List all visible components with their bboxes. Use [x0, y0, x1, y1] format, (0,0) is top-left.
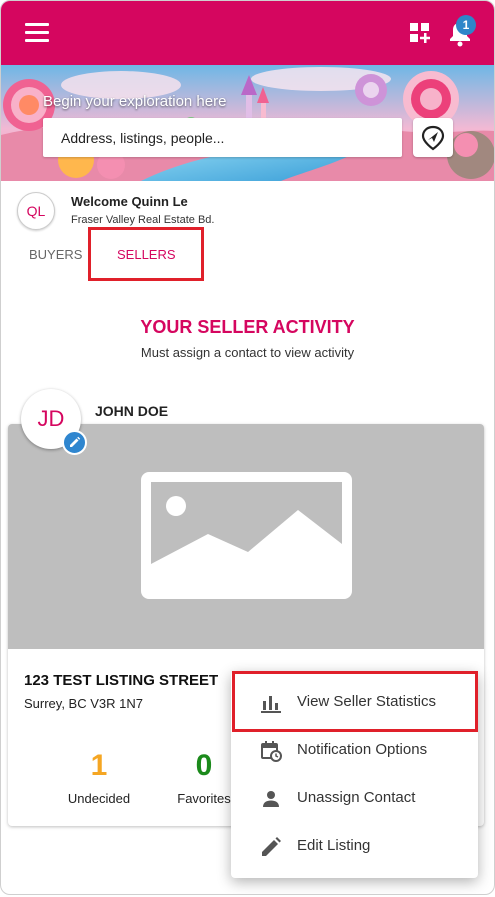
menu-item-edit-listing[interactable]: Edit Listing	[231, 822, 478, 870]
activity-subtitle: Must assign a contact to view activity	[140, 345, 355, 360]
listing-image-placeholder[interactable]	[8, 424, 484, 649]
user-avatar[interactable]: QL	[17, 192, 55, 230]
undecided-label: Undecided	[67, 791, 131, 806]
menu-item-notification-options[interactable]: Notification Options	[231, 726, 478, 774]
edit-contact-button[interactable]	[62, 430, 87, 455]
dashboard-add-icon[interactable]	[409, 22, 431, 44]
app-frame: 1 Begin your exploration here Address, l…	[0, 0, 495, 895]
app-bar: 1	[1, 1, 494, 65]
listing-street: 123 TEST LISTING STREET	[24, 672, 219, 689]
search-box[interactable]	[43, 118, 402, 157]
menu-item-label: Notification Options	[297, 741, 428, 758]
image-placeholder-icon	[141, 472, 352, 599]
banner-title: Begin your exploration here	[43, 93, 227, 110]
calendar-clock-icon	[261, 741, 282, 762]
pencil-icon	[70, 436, 81, 447]
welcome-text: Welcome Quinn Le	[71, 194, 188, 209]
search-input[interactable]	[59, 118, 393, 157]
contact-name: JOHN DOE	[95, 403, 169, 419]
listing-city: Surrey, BC V3R 1N7	[24, 696, 143, 711]
board-name: Fraser Valley Real Estate Bd.	[71, 214, 215, 226]
navigation-pin-icon	[421, 125, 445, 151]
pencil-icon	[262, 837, 281, 856]
undecided-count: 1	[90, 749, 108, 782]
sellers-tab-highlight	[88, 227, 204, 281]
activity-title: YOUR SELLER ACTIVITY	[140, 317, 355, 337]
notification-badge: 1	[456, 15, 476, 35]
menu-item-label: Edit Listing	[297, 837, 371, 854]
tab-buyers[interactable]: BUYERS	[29, 247, 82, 262]
menu-item-label: Unassign Contact	[297, 789, 416, 806]
person-icon	[263, 791, 279, 807]
menu-icon[interactable]	[25, 23, 49, 43]
view-statistics-highlight	[232, 671, 478, 732]
menu-item-unassign-contact[interactable]: Unassign Contact	[231, 774, 478, 822]
locate-button[interactable]	[413, 118, 453, 157]
